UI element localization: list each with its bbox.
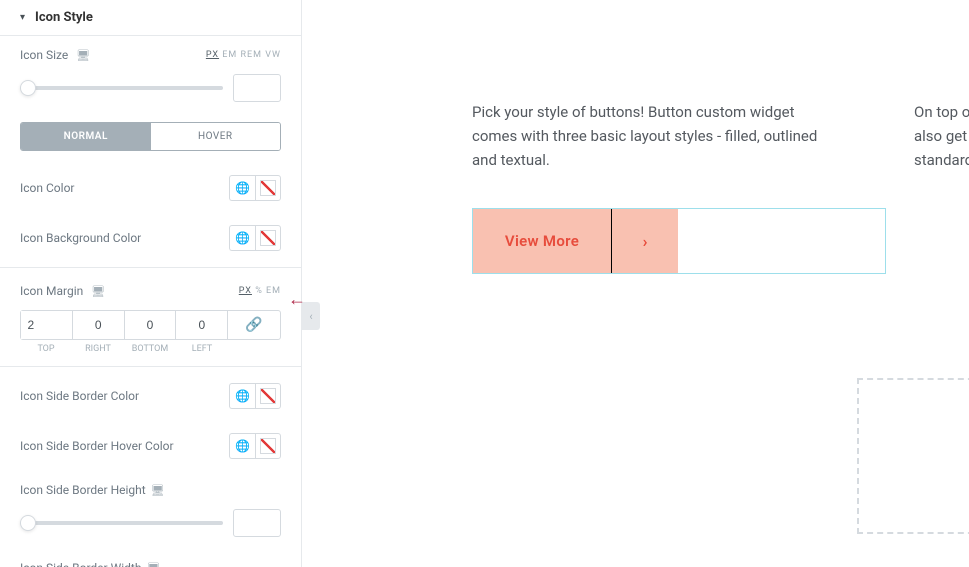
icon-size-row: Icon Size 🖥 PX EM REM VW — [0, 36, 301, 74]
globe-icon: 🌐 — [235, 231, 250, 245]
margin-inputs: 🔗 — [20, 310, 281, 340]
global-color-button[interactable]: 🌐 — [229, 175, 255, 201]
icon-size-input[interactable] — [233, 74, 281, 102]
icon-color-row: Icon Color 🌐 — [0, 163, 301, 213]
margin-left-input[interactable] — [176, 311, 227, 339]
description-text-2: On top o also get standard — [914, 100, 969, 172]
icon-size-slider[interactable] — [20, 86, 223, 90]
margin-dim-labels: TOP RIGHT BOTTOM LEFT — [20, 344, 281, 354]
caret-down-icon: ▾ — [20, 12, 25, 23]
slider-thumb[interactable] — [20, 515, 36, 531]
globe-icon: 🌐 — [235, 439, 250, 453]
margin-right-input[interactable] — [73, 311, 124, 339]
side-border-color-row: Icon Side Border Color 🌐 — [0, 371, 301, 421]
none-color-icon — [260, 180, 276, 196]
side-border-color-swatch[interactable] — [255, 383, 281, 409]
side-border-height-row: Icon Side Border Height 🖥 — [0, 471, 301, 509]
icon-bg-label: Icon Background Color — [20, 231, 141, 245]
globe-icon: 🌐 — [235, 389, 250, 403]
description-text: Pick your style of buttons! Button custo… — [472, 100, 842, 172]
icon-bg-swatch[interactable] — [255, 225, 281, 251]
divider — [0, 366, 301, 367]
button-preview[interactable]: View More › — [472, 208, 886, 274]
desktop-icon[interactable]: 🖥 — [151, 484, 165, 497]
icon-color-swatch[interactable] — [255, 175, 281, 201]
side-border-width-row: Icon Side Border Width 🖥 — [0, 549, 301, 567]
unit-selector[interactable]: PX EM REM VW — [206, 50, 281, 60]
canvas-preview: Pick your style of buttons! Button custo… — [302, 0, 969, 567]
desktop-icon[interactable]: 🖥 — [76, 49, 90, 62]
button-icon-area: › — [612, 209, 678, 273]
side-border-height-label: Icon Side Border Height — [20, 483, 146, 497]
icon-size-label: Icon Size — [20, 48, 68, 62]
button-label-area: View More — [473, 209, 612, 273]
button-empty-area — [678, 209, 885, 273]
icon-color-label: Icon Color — [20, 181, 74, 195]
icon-margin-row: Icon Margin 🖥 PX % EM — [0, 272, 301, 310]
side-border-height-slider-row — [0, 509, 301, 549]
link-values-button[interactable]: 🔗 — [228, 311, 280, 339]
link-icon: 🔗 — [245, 317, 262, 333]
tab-hover[interactable]: HOVER — [151, 123, 281, 150]
globe-icon: 🌐 — [235, 181, 250, 195]
global-color-button[interactable]: 🌐 — [229, 433, 255, 459]
icon-margin-label: Icon Margin — [20, 284, 83, 298]
side-border-width-label: Icon Side Border Width — [20, 561, 141, 567]
chevron-right-icon: › — [643, 232, 648, 251]
margin-bottom-input[interactable] — [125, 311, 176, 339]
side-border-color-label: Icon Side Border Color — [20, 389, 139, 403]
side-border-hover-color-row: Icon Side Border Hover Color 🌐 — [0, 421, 301, 471]
style-panel: ▾ Icon Style Icon Size 🖥 PX EM REM VW NO… — [0, 0, 302, 567]
side-border-hover-color-label: Icon Side Border Hover Color — [20, 439, 174, 453]
section-placeholder[interactable] — [857, 378, 969, 534]
unit-selector[interactable]: PX % EM — [239, 286, 281, 296]
section-title: Icon Style — [35, 10, 93, 25]
divider — [0, 267, 301, 268]
none-color-icon — [260, 230, 276, 246]
slider-thumb[interactable] — [20, 80, 36, 96]
global-color-button[interactable]: 🌐 — [229, 225, 255, 251]
desktop-icon[interactable]: 🖥 — [146, 562, 160, 567]
tab-normal[interactable]: NORMAL — [21, 123, 151, 150]
none-color-icon — [260, 388, 276, 404]
section-icon-style[interactable]: ▾ Icon Style — [0, 0, 301, 36]
side-border-height-slider[interactable] — [20, 521, 223, 525]
state-tabs: NORMAL HOVER — [20, 122, 281, 151]
none-color-icon — [260, 438, 276, 454]
side-border-hover-color-swatch[interactable] — [255, 433, 281, 459]
icon-size-slider-row — [0, 74, 301, 114]
icon-bg-row: Icon Background Color 🌐 — [0, 213, 301, 263]
desktop-icon[interactable]: 🖥 — [91, 285, 105, 298]
side-border-height-input[interactable] — [233, 509, 281, 537]
margin-top-input[interactable] — [21, 311, 72, 339]
global-color-button[interactable]: 🌐 — [229, 383, 255, 409]
